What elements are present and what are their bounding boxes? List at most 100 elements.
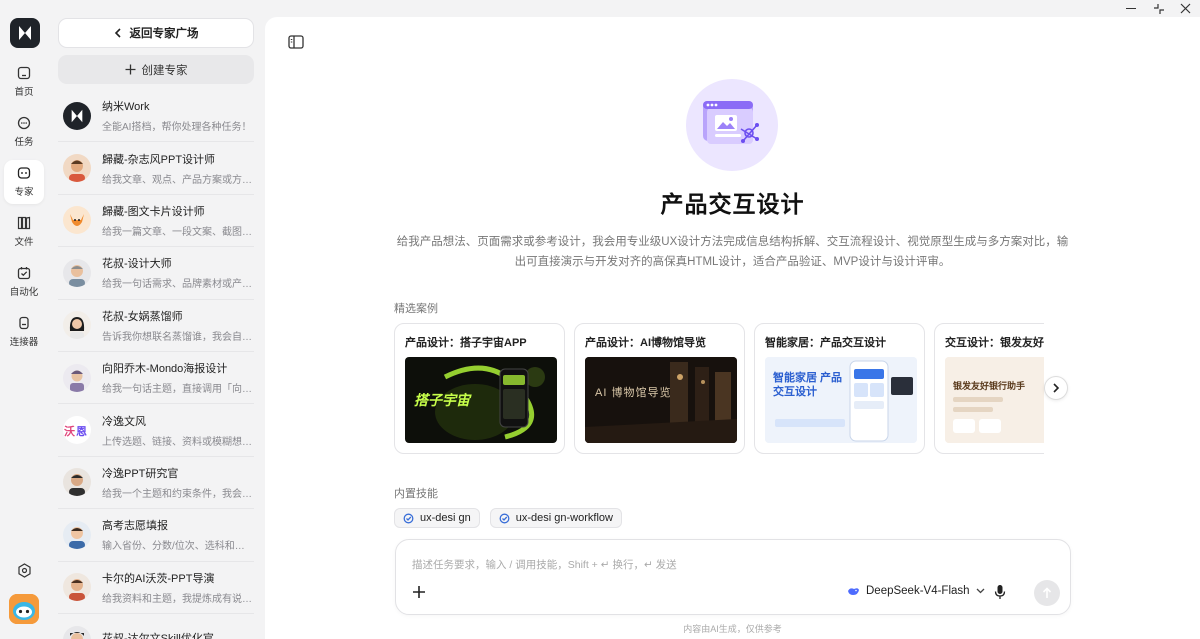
case-title: 产品设计：AI博物馆导览 bbox=[585, 337, 706, 349]
model-name: DeepSeek-V4-Flash bbox=[866, 585, 970, 597]
expert-name: 冷逸PPT研究官 bbox=[102, 467, 179, 480]
case-card[interactable]: 产品设计：AI博物馆导览 AI 博物馆导览 bbox=[574, 323, 745, 454]
avatar bbox=[63, 311, 91, 340]
case-thumbnail: 搭子宇宙 bbox=[405, 357, 557, 443]
page-title: 产品交互设计 bbox=[660, 191, 805, 217]
avatar bbox=[63, 101, 91, 130]
case-thumb-text: 银发友好银行助手 bbox=[953, 381, 1026, 391]
list-item[interactable]: 冷逸PPT研究官给我一个主题和约束条件，我会用... bbox=[58, 457, 254, 510]
avatar bbox=[63, 520, 91, 549]
back-to-expert-plaza-button[interactable]: 返回专家广场 bbox=[58, 18, 254, 48]
expert-name: 向阳乔木-Mondo海报设计 bbox=[102, 363, 228, 376]
case-card[interactable]: 交互设计：银发友好银行助手 银发友好银行助手 bbox=[934, 323, 1044, 454]
expert-hero-illustration bbox=[686, 79, 778, 171]
ai-disclaimer: 内容由AI生成，仅供参考 bbox=[683, 624, 782, 634]
case-thumbnail: 银发友好银行助手 bbox=[945, 357, 1044, 443]
close-icon[interactable] bbox=[1180, 3, 1191, 14]
expert-list: 纳米Work 全能AI搭档，帮你处理各种任务！ 歸藏-杂志风PPT设计师给我文章、… bbox=[58, 90, 254, 639]
expert-desc: 给我文章、观点、产品方案或方法论，我会... bbox=[102, 174, 252, 186]
expert-name: 花叔-达尔文Skill优化官 bbox=[102, 630, 252, 639]
chat-composer[interactable]: 描述任务要求，输入 / 调用技能，Shift + ↵ 换行，↵ 发送 DeepS… bbox=[395, 539, 1071, 615]
list-item[interactable]: 花叔-设计大师给我一句话需求、品牌素材或产品截图... bbox=[58, 247, 254, 300]
chevron-right-icon bbox=[1053, 383, 1060, 393]
expert-name: 高考志愿填报 bbox=[102, 520, 168, 533]
svg-text:恩: 恩 bbox=[76, 425, 87, 438]
case-thumb-text: 搭子宇宙 bbox=[414, 392, 470, 408]
expert-name: 卡尔的AI沃茨-PPT导演 bbox=[102, 572, 215, 585]
expert-description: 给我产品想法、页面需求或参考设计，我会用专业级UX设计方法完成信息结构拆解、交互… bbox=[396, 236, 1069, 268]
list-item[interactable]: 高考志愿填报输入省份、分数/位次、选科和目标... bbox=[58, 509, 254, 562]
case-carousel: 产品设计：搭子宇宙APP 搭子宇宙 产品设计：AI博物馆导览 AI 博物馆导览 … bbox=[394, 323, 1044, 455]
sidebar-toggle-icon[interactable] bbox=[288, 35, 304, 49]
case-title: 产品设计：搭子宇宙APP bbox=[405, 337, 527, 349]
skill-chip[interactable]: ux-desi gn bbox=[394, 508, 480, 528]
skill-icon bbox=[499, 513, 510, 523]
list-item[interactable]: 花叔-达尔文Skill优化官 bbox=[58, 614, 254, 639]
user-avatar[interactable] bbox=[9, 594, 39, 624]
avatar bbox=[63, 258, 91, 287]
expert-name: 花叔-设计大师 bbox=[102, 258, 172, 271]
create-expert-button[interactable]: 创建专家 bbox=[58, 55, 254, 84]
expert-desc: 输入省份、分数/位次、选科和目标... bbox=[102, 541, 252, 553]
minimize-icon[interactable] bbox=[1126, 8, 1136, 9]
skills-list: ux-desi gn ux-desi gn-workflow bbox=[394, 508, 622, 528]
nav-home[interactable]: 首页 bbox=[4, 60, 44, 104]
nav-files[interactable]: 文件 bbox=[4, 210, 44, 254]
chat-icon bbox=[17, 116, 31, 130]
nav-connectors-label: 连接器 bbox=[9, 337, 39, 348]
expert-name: 花叔-女娲蒸馏师 bbox=[102, 310, 183, 323]
window-controls bbox=[1120, 0, 1200, 17]
expert-desc: 给我一个主题和约束条件，我会用... bbox=[102, 488, 252, 500]
list-item[interactable]: 沃恩 冷逸文风上传选题、链接、资料或模糊想法，我... bbox=[58, 404, 254, 457]
expert-panel: 返回专家广场 创建专家 纳米Work 全能AI搭档，帮你处理各种任务！ 歸藏-杂志… bbox=[48, 0, 265, 639]
list-item[interactable]: 歸藏-杂志风PPT设计师给我文章、观点、产品方案或方法论，我会... bbox=[58, 142, 254, 195]
list-item[interactable]: 向阳乔木-Mondo海报设计给我一句话主题，直接调用「向日葵... bbox=[58, 352, 254, 405]
model-selector[interactable]: DeepSeek-V4-Flash bbox=[847, 585, 985, 597]
expert-icon bbox=[17, 167, 31, 179]
plus-icon bbox=[125, 64, 135, 75]
microphone-icon bbox=[994, 585, 1006, 599]
settings-button[interactable] bbox=[14, 560, 34, 580]
avatar bbox=[63, 573, 91, 602]
nav-experts[interactable]: 专家 bbox=[4, 160, 44, 204]
case-card[interactable]: 产品设计：搭子宇宙APP 搭子宇宙 bbox=[394, 323, 565, 454]
nav-tasks[interactable]: 任务 bbox=[4, 110, 44, 154]
nav-rail: 首页 任务 专家 文件 自动化 连接器 bbox=[0, 0, 48, 639]
nav-connectors[interactable]: 连接器 bbox=[4, 310, 44, 354]
automation-icon bbox=[17, 267, 31, 280]
case-thumb-text: 智能家居 产品交互设计 bbox=[773, 372, 843, 398]
send-button[interactable] bbox=[1034, 580, 1060, 606]
avatar bbox=[63, 154, 91, 183]
avatar: 沃恩 bbox=[63, 416, 91, 445]
composer-placeholder[interactable]: 描述任务要求，输入 / 调用技能，Shift + ↵ 换行，↵ 发送 bbox=[412, 557, 677, 572]
skill-label: ux-desi gn bbox=[420, 512, 471, 524]
case-title: 智能家居：产品交互设计 bbox=[765, 337, 886, 349]
list-item[interactable]: 卡尔的AI沃茨-PPT导演给我资料和主题，我提炼成有说服力... bbox=[58, 562, 254, 614]
nav-home-label: 首页 bbox=[14, 87, 34, 98]
expert-name: 歸藏-杂志风PPT设计师 bbox=[102, 153, 216, 166]
case-card[interactable]: 智能家居：产品交互设计 智能家居 产品交互设计 bbox=[754, 323, 925, 454]
nav-files-label: 文件 bbox=[14, 237, 34, 248]
app-logo[interactable] bbox=[10, 18, 40, 48]
skill-chip[interactable]: ux-desi gn-workflow bbox=[489, 508, 622, 528]
carousel-next-button[interactable] bbox=[1044, 376, 1068, 400]
restore-icon[interactable] bbox=[1153, 3, 1165, 15]
nav-experts-label: 专家 bbox=[14, 187, 34, 198]
svg-text:沃: 沃 bbox=[64, 424, 76, 438]
expert-desc: 告诉我你想联名蒸馏谁，我会自动搜集... bbox=[102, 331, 252, 343]
home-icon bbox=[17, 66, 31, 80]
expert-desc: 给我一句话主题，直接调用「向日葵... bbox=[102, 384, 252, 396]
list-item[interactable]: 歸藏-图文卡片设计师给我一篇文章、一段文案、截图或网页... bbox=[58, 195, 254, 248]
list-item[interactable]: 纳米Work 全能AI搭档，帮你处理各种任务！ bbox=[58, 90, 254, 143]
voice-input-button[interactable] bbox=[994, 584, 1006, 603]
deepseek-icon bbox=[848, 587, 859, 595]
gear-icon bbox=[17, 562, 31, 578]
attach-plus-icon[interactable] bbox=[411, 584, 427, 600]
create-label: 创建专家 bbox=[141, 64, 188, 77]
expert-desc: 上传选题、链接、资料或模糊想法，我... bbox=[102, 436, 252, 448]
list-item[interactable]: 花叔-女娲蒸馏师告诉我你想联名蒸馏谁，我会自动搜集... bbox=[58, 300, 254, 352]
expert-desc: 给我资料和主题，我提炼成有说服力... bbox=[102, 593, 252, 605]
avatar bbox=[63, 468, 91, 497]
nav-automation[interactable]: 自动化 bbox=[4, 260, 44, 304]
nav-automation-label: 自动化 bbox=[9, 287, 39, 298]
